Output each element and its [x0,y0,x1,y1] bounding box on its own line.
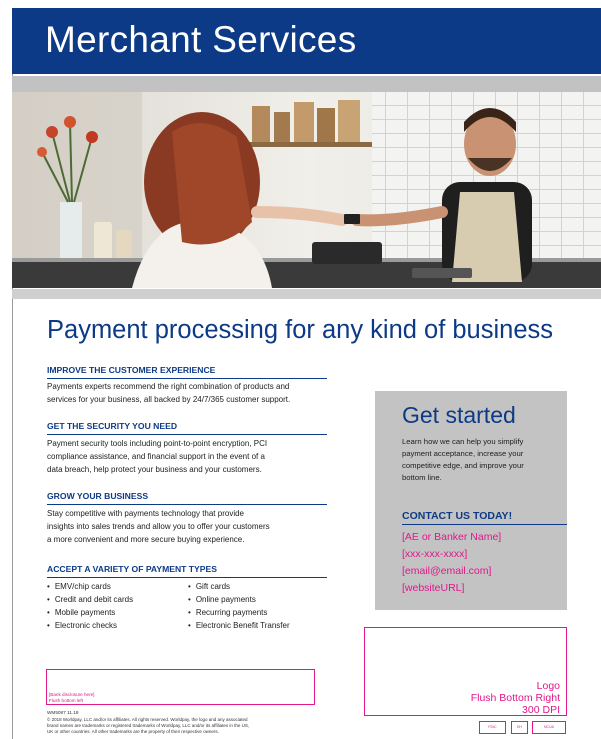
bank-disclosure-box: [Bank disclosure here] Flush bottom left [46,669,315,705]
fdic-badge: FDIC [479,721,506,734]
section-heading-security: GET THE SECURITY YOU NEED [47,421,327,435]
legal-line: UK or other countries. All other tradema… [47,729,219,734]
get-started-text: Learn how we can help you simplify payme… [402,436,552,484]
body-line: Stay competitive with payments technolog… [47,509,244,518]
list-item: Recurring payments [188,606,290,619]
section-body-customer-experience: Payments experts recommend the right com… [47,380,327,406]
logo-line: Logo [536,680,560,692]
body-line: Learn how we can help you simplify [402,437,524,446]
list-item: Electronic Benefit Transfer [188,619,290,632]
gray-band-bottom [12,289,601,299]
body-line: data breach, help protect your business … [47,465,262,474]
body-line: compliance assistance, and financial sup… [47,452,265,461]
headline: Payment processing for any kind of busin… [47,316,554,344]
body-line: payment acceptance, increase your [402,449,524,458]
logo-placeholder-box: Logo Flush Bottom Right 300 DPI [364,627,567,716]
contact-name-placeholder: [AE or Banker Name] [402,531,502,543]
contact-email-placeholder: [email@email.com] [402,565,492,577]
body-line: bottom line. [402,473,442,482]
logo-placeholder-text: Logo Flush Bottom Right 300 DPI [471,680,560,716]
list-item: Mobile payments [47,606,133,619]
list-item: Credit and debit cards [47,593,133,606]
hero-photo [12,92,601,288]
body-line: services for your business, all backed b… [47,395,291,404]
get-started-title: Get started [402,402,516,428]
eh-badge: EH [511,721,528,734]
contact-phone-placeholder: [xxx-xxx-xxxx] [402,548,468,560]
logo-line: 300 DPI [522,704,560,716]
bank-disclosure-text: [Bank disclosure here] Flush bottom left [49,692,94,704]
section-body-security: Payment security tools including point-t… [47,437,327,476]
ncua-badge: NCUA [532,721,566,734]
contact-heading: CONTACT US TODAY! [402,510,567,525]
cafe-counter-photo [12,92,601,288]
list-item: Online payments [188,593,290,606]
body-line: Payment security tools including point-t… [47,439,268,448]
legal-text: © 2018 Worldpay, LLC and/or its affiliat… [47,717,322,735]
contact-website-placeholder: [websiteURL] [402,582,465,594]
payment-types-list-left: EMV/chip cards Credit and debit cards Mo… [47,580,133,632]
body-line: insights into sales trends and allow you… [47,522,270,531]
body-line: competitive edge, and improve your [402,461,524,470]
document-code: WM5087 11.18 [47,710,79,715]
page-title: Merchant Services [45,19,357,60]
body-line: a more convenient and more secure buying… [47,535,245,544]
logo-line: Flush Bottom Right [470,692,560,704]
list-item: Gift cards [188,580,290,593]
section-heading-customer-experience: IMPROVE THE CUSTOMER EXPERIENCE [47,365,327,379]
payment-types-list-right: Gift cards Online payments Recurring pay… [188,580,290,632]
section-heading-grow: GROW YOUR BUSINESS [47,491,327,505]
body-line: Payments experts recommend the right com… [47,382,290,391]
gray-band-top [12,76,601,92]
list-item: EMV/chip cards [47,580,133,593]
section-heading-payment-types: ACCEPT A VARIETY OF PAYMENT TYPES [47,564,327,578]
disclosure-line: Flush bottom left [49,698,83,703]
section-body-grow: Stay competitive with payments technolog… [47,507,327,546]
list-item: Electronic checks [47,619,133,632]
